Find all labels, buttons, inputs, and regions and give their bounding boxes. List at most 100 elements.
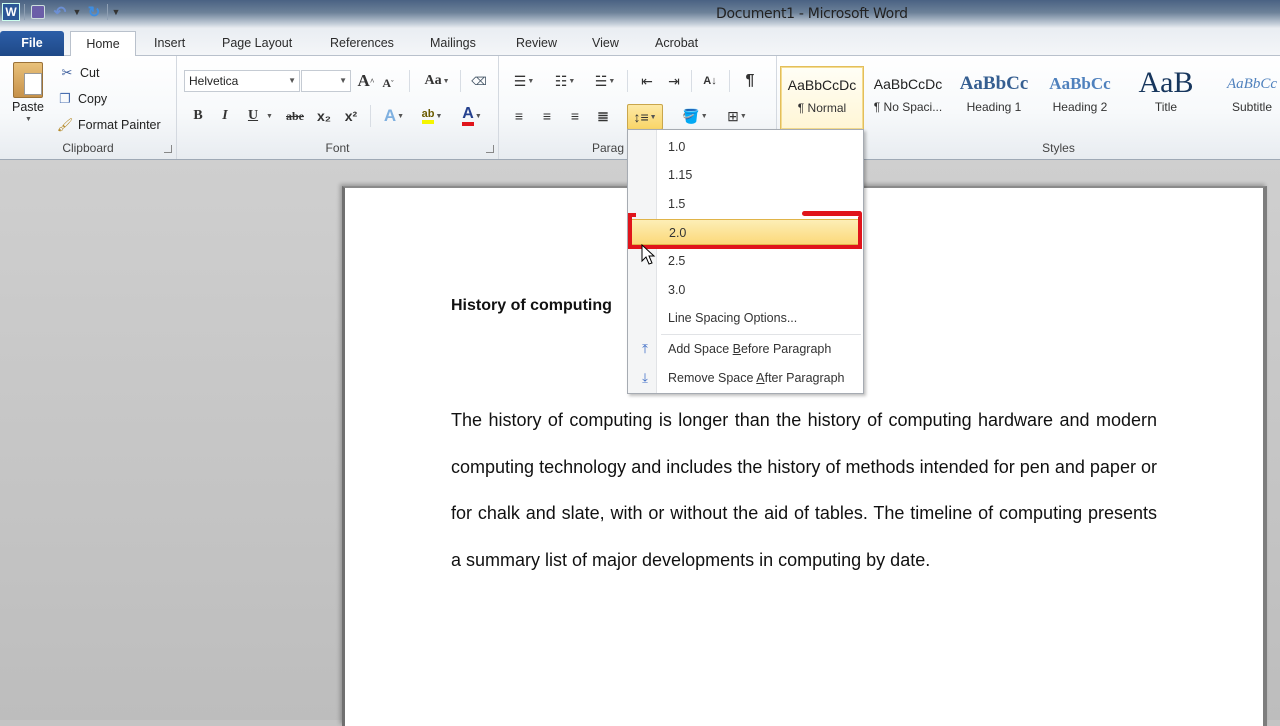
tab-review[interactable]: Review [504,31,569,57]
copy-button[interactable]: ❐ Copy [56,90,107,108]
paste-dropdown-icon[interactable]: ▼ [25,116,32,123]
menu-separator [661,334,861,335]
bold-button[interactable]: B [187,105,209,127]
style-normal[interactable]: AaBbCcDc ¶ Normal [780,66,864,130]
font-size-combo[interactable]: ▼ [301,70,351,92]
cut-button[interactable]: ✂ Cut [58,64,100,82]
decrease-indent-button[interactable]: ⇤ [636,70,658,92]
clear-formatting-button[interactable]: ⌫ [468,70,490,92]
numbered-list-icon: ☷ [554,72,568,89]
document-heading[interactable]: History of computing [451,297,612,315]
strikethrough-button[interactable]: abe [284,105,306,127]
style-no-spacing[interactable]: AaBbCcDc ¶ No Spaci... [866,66,950,130]
word-logo-icon[interactable]: W [2,3,20,21]
line-spacing-options-link[interactable]: Line Spacing Options... [630,305,861,331]
align-right-icon: ≡ [570,108,580,124]
style-preview: AaBbCcDc [873,76,943,92]
shrink-font-icon: A [382,75,391,90]
style-title[interactable]: AaB Title [1124,66,1208,130]
ribbon-tabs: File Home Insert Page Layout References … [0,28,1280,57]
style-preview: AaBbCc [1049,74,1111,93]
style-subtitle[interactable]: AaBbCc Subtitle [1210,66,1280,130]
underline-dropdown[interactable]: ▼ [264,105,274,127]
justify-button[interactable]: ≣ [592,105,614,127]
undo-dropdown-icon[interactable]: ▼ [73,3,82,21]
tab-mailings[interactable]: Mailings [418,31,488,57]
align-right-button[interactable]: ≡ [564,105,586,127]
align-left-button[interactable]: ≡ [508,105,530,127]
remove-space-after-paragraph[interactable]: ⤓ Remove Space After Paragraph [630,365,861,391]
justify-icon: ≣ [597,107,609,124]
clipboard-dialog-launcher[interactable] [164,145,172,153]
redo-button[interactable]: ↻ [85,3,103,21]
line-spacing-option-2-0[interactable]: 2.0 [630,219,861,245]
underline-button[interactable]: U [242,105,264,127]
align-center-button[interactable]: ≡ [536,105,558,127]
annotation-highlight-segment [628,213,636,217]
line-spacing-icon: ↕≡ [633,109,649,125]
document-body-paragraph[interactable]: The history of computing is longer than … [451,397,1157,583]
change-case-button[interactable]: Aa ▼ [420,70,454,92]
tab-references[interactable]: References [318,31,406,57]
line-spacing-option-2-5[interactable]: 2.5 [630,248,861,274]
remove-space-after-icon: ⤓ [642,370,648,385]
style-heading-1[interactable]: AaBbCc Heading 1 [952,66,1036,130]
save-button[interactable] [29,3,47,21]
separator [409,70,410,92]
subscript-button[interactable]: x₂ [313,105,335,127]
text-effects-button[interactable]: A ▼ [379,105,409,127]
line-spacing-option-1-0[interactable]: 1.0 [630,134,861,160]
separator [729,70,730,92]
bullets-button[interactable]: ☰ ▼ [508,70,540,92]
sort-button[interactable]: A↓ [699,70,721,92]
font-dialog-launcher[interactable] [486,145,494,153]
borders-icon: ⊞ [727,107,739,124]
tab-acrobat[interactable]: Acrobat [643,31,710,57]
superscript-button[interactable]: x² [340,105,362,127]
numbering-button[interactable]: ☷ ▼ [549,70,581,92]
font-name-combo[interactable]: Helvetica ▼ [184,70,300,92]
save-icon [31,5,45,19]
style-heading-2[interactable]: AaBbCc Heading 2 [1038,66,1122,130]
font-color-button[interactable]: A ▼ [455,105,489,127]
tab-home[interactable]: Home [70,31,136,57]
sort-az-icon: A↓ [703,75,717,87]
access-key: B [732,342,741,356]
tab-page-layout[interactable]: Page Layout [210,31,304,57]
font-group: Helvetica ▼ ▼ A ^ Aˇ Aa ▼ ⌫ B I U ▼ abe x₂ … [177,56,499,159]
paste-button[interactable]: Paste ▼ [8,62,48,123]
separator [627,70,628,92]
add-space-before-paragraph[interactable]: ⤒ Add Space Before Paragraph [630,336,861,362]
line-spacing-button[interactable]: ↕≡ ▼ [627,104,663,130]
font-group-label: Font [325,141,350,155]
bullet-list-icon: ☰ [513,72,527,89]
format-painter-button[interactable]: 🖌 Format Painter [56,116,161,134]
italic-button[interactable]: I [214,105,236,127]
separator [370,105,371,127]
copy-icon: ❐ [59,91,71,106]
tab-insert[interactable]: Insert [142,31,197,57]
shading-button[interactable]: 🪣 ▼ [677,105,713,127]
tab-view[interactable]: View [580,31,631,57]
customize-qat-icon[interactable]: ▼ [112,3,121,21]
borders-button[interactable]: ⊞ ▼ [719,105,755,127]
line-spacing-option-3-0[interactable]: 3.0 [630,277,861,303]
increase-indent-icon: ⇥ [668,72,680,89]
undo-button[interactable]: ↶ [51,3,69,21]
eraser-icon: ⌫ [471,75,487,88]
increase-indent-button[interactable]: ⇥ [663,70,685,92]
paste-label: Paste [12,100,44,114]
tab-file[interactable]: File [0,31,64,57]
chevron-down-icon: ▼ [288,76,296,85]
multilevel-list-button[interactable]: ☱ ▼ [589,70,621,92]
highlight-button[interactable]: ab ▼ [415,105,449,127]
style-name: Heading 1 [966,100,1022,114]
shrink-font-button[interactable]: Aˇ [377,72,399,94]
redo-icon: ↻ [87,4,101,21]
decrease-indent-icon: ⇤ [641,72,653,89]
style-name: Subtitle [1231,100,1273,114]
line-spacing-option-1-15[interactable]: 1.15 [630,162,861,188]
align-left-icon: ≡ [514,108,524,124]
grow-font-button[interactable]: A ^ [355,70,377,92]
show-marks-button[interactable]: ¶ [739,70,761,92]
